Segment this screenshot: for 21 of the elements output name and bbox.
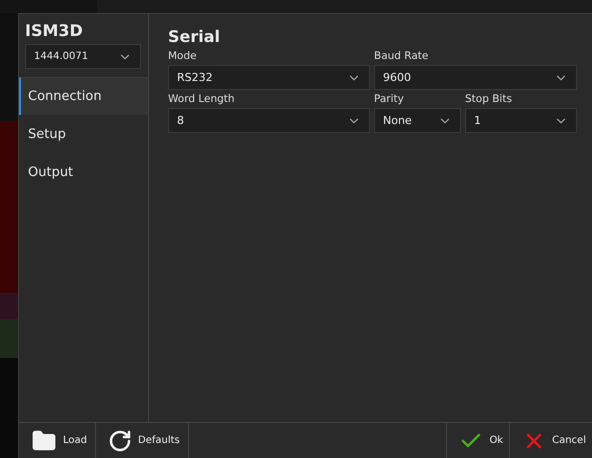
dropdown-field[interactable]: 8 [168,108,370,133]
dropdown-field[interactable]: 9600 [374,65,577,90]
ok-button[interactable]: Ok [446,423,510,458]
reset-button[interactable]: Defaults [96,423,189,458]
field-label: Word Length [168,93,236,105]
field-label: Mode [168,50,198,62]
load-button[interactable]: Load [19,423,96,458]
nav-item[interactable]: Output [19,153,148,191]
nav-item[interactable]: Setup [19,115,148,153]
refresh-icon [108,428,132,452]
section-title: Serial [168,27,222,46]
field-label: Stop Bits [465,93,513,105]
field-label: Baud Rate [374,50,430,62]
dropdown-field[interactable]: None [374,108,461,133]
cancel-button[interactable]: Cancel [509,423,592,458]
dropdown-field[interactable]: RS232 [168,65,370,90]
device-dropdown[interactable]: 1444.0071 [25,44,141,69]
field-label: Parity [374,93,405,105]
app-title: ISM3D [24,20,84,42]
nav-item[interactable]: Connection [19,77,148,115]
dropdown-field[interactable]: 1 [465,108,577,133]
